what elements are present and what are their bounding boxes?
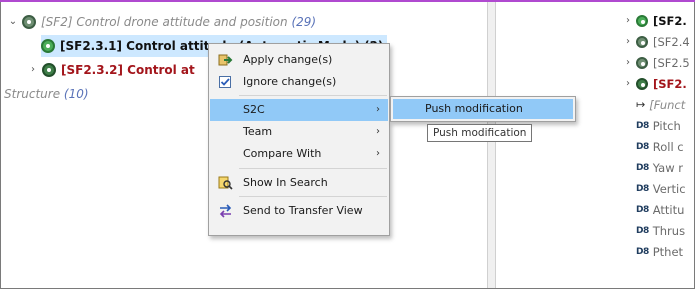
functional-chain-icon: ↦ bbox=[636, 98, 646, 111]
menu-item-label: Apply change(s) bbox=[243, 53, 333, 66]
menu-item-label: Ignore change(s) bbox=[243, 75, 337, 88]
right-tree-row-label: Attitu bbox=[652, 203, 685, 217]
menu-item-send-to-transfer-view[interactable]: Send to Transfer View bbox=[210, 200, 388, 222]
right-tree-row[interactable]: D8 Pitch bbox=[623, 116, 681, 136]
submenu-arrow-icon: › bbox=[376, 126, 380, 137]
menu-item-label: Team bbox=[243, 125, 273, 138]
tree-row-label: [SF2] Control drone attitude and positio… bbox=[41, 15, 288, 29]
right-tree-row[interactable]: D8 Thrus bbox=[623, 221, 685, 241]
menu-separator bbox=[239, 168, 387, 169]
checkbox-checked-icon bbox=[218, 75, 233, 89]
collapsed-chevron-icon[interactable]: › bbox=[623, 53, 633, 73]
context-menu: Apply change(s) Ignore change(s) S2C › T… bbox=[208, 43, 390, 236]
menu-item-apply-changes[interactable]: Apply change(s) bbox=[210, 49, 388, 71]
tree-row-structure[interactable]: Structure (10) bbox=[4, 83, 89, 105]
right-tree-row[interactable]: D8 Yaw r bbox=[623, 158, 683, 178]
function-circle-icon bbox=[42, 63, 56, 77]
function-circle-icon bbox=[636, 57, 648, 69]
function-circle-icon bbox=[636, 78, 648, 90]
right-tree-pane[interactable]: › [SF2. › [SF2.4 › [SF2.5 › [SF2. ↦ [Funct D8 Pitch… bbox=[497, 2, 694, 288]
right-tree-row[interactable]: ↦ [Funct bbox=[623, 95, 685, 115]
tree-row-sf2[interactable]: ⌄ [SF2] Control drone attitude and posit… bbox=[7, 11, 316, 33]
right-tree-row-label: Vertic bbox=[652, 182, 686, 196]
right-tree-row-label: [Funct bbox=[649, 98, 686, 112]
expand-chevron-icon[interactable]: ⌄ bbox=[7, 11, 19, 33]
transfer-view-icon bbox=[218, 204, 233, 218]
collapsed-chevron-icon[interactable]: › bbox=[623, 74, 633, 94]
submenu-arrow-icon: › bbox=[376, 104, 380, 115]
right-tree-row[interactable]: › [SF2.4 bbox=[623, 32, 690, 52]
tree-row-count: (10) bbox=[63, 87, 89, 101]
menu-item-label: Show In Search bbox=[243, 176, 328, 189]
show-in-search-icon bbox=[218, 176, 233, 190]
menu-item-ignore-changes[interactable]: Ignore change(s) bbox=[210, 71, 388, 93]
right-tree-row[interactable]: › [SF2.5 bbox=[623, 53, 690, 73]
submenu-item-push-modification[interactable]: Push modification bbox=[393, 99, 573, 119]
menu-separator bbox=[239, 196, 387, 197]
tooltip: Push modification bbox=[427, 124, 533, 142]
s2c-submenu: Push modification bbox=[390, 96, 576, 122]
collapsed-chevron-icon[interactable]: › bbox=[27, 59, 39, 81]
tree-row-label: [SF2.3.2] Control at bbox=[61, 63, 195, 77]
function-circle-icon bbox=[41, 39, 55, 53]
apply-changes-icon bbox=[218, 53, 233, 67]
menu-item-s2c[interactable]: S2C › bbox=[210, 99, 388, 121]
menu-item-team[interactable]: Team › bbox=[210, 121, 388, 143]
right-tree-row[interactable]: › [SF2. bbox=[623, 11, 687, 31]
data-binding-icon: D8 bbox=[636, 142, 649, 152]
data-binding-icon: D8 bbox=[636, 205, 649, 215]
collapsed-chevron-icon[interactable]: › bbox=[623, 32, 633, 52]
right-tree-row-label: Thrus bbox=[652, 224, 686, 238]
pane-splitter[interactable] bbox=[487, 2, 496, 288]
right-tree-row[interactable]: D8 Vertic bbox=[623, 179, 686, 199]
right-tree-row-label: [SF2. bbox=[653, 77, 687, 91]
menu-item-label: S2C bbox=[243, 103, 265, 116]
right-tree-row[interactable]: › [SF2. bbox=[623, 74, 687, 94]
data-binding-icon: D8 bbox=[636, 184, 649, 194]
right-tree-row-label: [SF2.5 bbox=[653, 56, 690, 70]
menu-item-show-in-search[interactable]: Show In Search bbox=[210, 172, 388, 194]
data-binding-icon: D8 bbox=[636, 121, 649, 131]
right-tree-row-label: Yaw r bbox=[652, 161, 684, 175]
right-tree-row-label: [SF2. bbox=[653, 14, 687, 28]
submenu-arrow-icon: › bbox=[376, 148, 380, 159]
tree-row-sf2-3-2[interactable]: › [SF2.3.2] Control at bbox=[27, 59, 195, 81]
right-tree-row-label: Roll c bbox=[652, 140, 684, 154]
function-circle-icon bbox=[636, 36, 648, 48]
data-binding-icon: D8 bbox=[636, 163, 649, 173]
right-tree-row[interactable]: D8 Attitu bbox=[623, 200, 684, 220]
right-tree-row[interactable]: D8 Roll c bbox=[623, 137, 684, 157]
tree-row-count: (29) bbox=[291, 15, 317, 29]
collapsed-chevron-icon[interactable]: › bbox=[623, 11, 633, 31]
menu-item-compare-with[interactable]: Compare With › bbox=[210, 143, 388, 165]
right-tree-row[interactable]: D8 Pthet bbox=[623, 242, 683, 262]
tree-row-label: Structure bbox=[4, 87, 61, 101]
right-tree-row-label: [SF2.4 bbox=[653, 35, 690, 49]
function-circle-icon bbox=[22, 15, 36, 29]
data-binding-icon: D8 bbox=[636, 226, 649, 236]
right-tree-row-label: Pitch bbox=[652, 119, 681, 133]
menu-item-label: Compare With bbox=[243, 147, 322, 160]
function-circle-icon bbox=[636, 15, 648, 27]
data-binding-icon: D8 bbox=[636, 247, 649, 257]
right-tree-row-label: Pthet bbox=[652, 245, 684, 259]
menu-item-label: Send to Transfer View bbox=[243, 204, 363, 217]
menu-separator bbox=[239, 95, 387, 96]
